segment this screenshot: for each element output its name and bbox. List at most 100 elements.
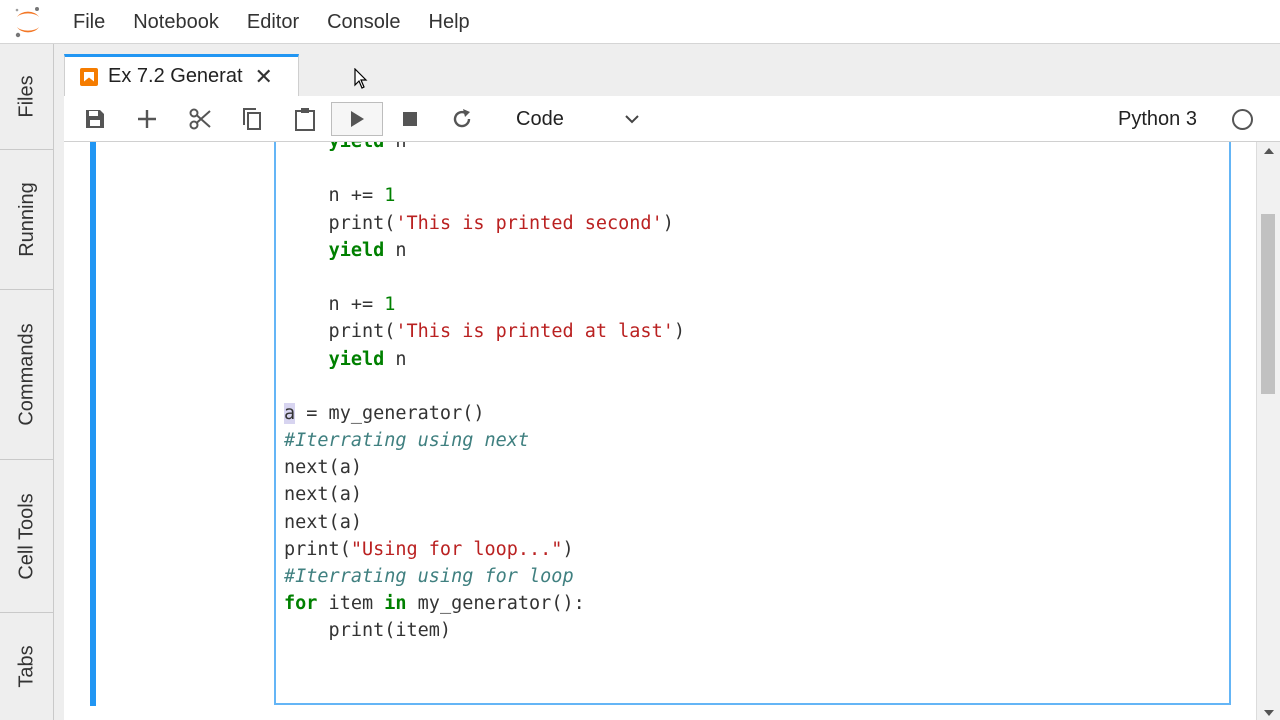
- code-token: #Iterrating using for loop: [284, 566, 574, 587]
- menu-console[interactable]: Console: [313, 0, 414, 44]
- stop-button[interactable]: [393, 102, 427, 136]
- code-token: ): [562, 538, 574, 560]
- menu-bar: File Notebook Editor Console Help: [0, 0, 1280, 44]
- kernel-status-icon: [1232, 109, 1253, 130]
- code-token: "Using for loop...": [350, 538, 563, 560]
- jupyter-logo-icon: [0, 0, 56, 44]
- scroll-down-icon[interactable]: [1264, 710, 1274, 716]
- code-line: for item in my_generator():: [284, 590, 685, 617]
- code-token: n +=: [284, 185, 385, 207]
- code-token: next(a): [284, 484, 362, 506]
- sidebar-tab-label: Cell Tools: [15, 492, 38, 580]
- copy-button[interactable]: [235, 102, 269, 136]
- vertical-scrollbar[interactable]: [1256, 142, 1280, 720]
- restart-button[interactable]: [445, 102, 479, 136]
- sidebar-tab-label: Files: [15, 75, 38, 118]
- cut-icon: [189, 108, 211, 130]
- code-token: n: [384, 239, 407, 261]
- code-token: = my_generator(): [295, 402, 485, 424]
- code-token: n: [384, 348, 407, 370]
- code-token: ): [662, 212, 674, 234]
- menu-notebook[interactable]: Notebook: [119, 0, 233, 44]
- menu-help[interactable]: Help: [415, 0, 484, 44]
- code-line: print('This is printed at last'): [284, 318, 685, 345]
- restart-icon: [453, 109, 471, 128]
- chevron-down-icon: [625, 115, 639, 124]
- stop-icon: [403, 112, 417, 126]
- code-line: next(a): [284, 509, 685, 536]
- code-line: #Iterrating using next: [284, 427, 685, 454]
- scroll-thumb[interactable]: [1261, 214, 1275, 394]
- scroll-up-icon[interactable]: [1264, 148, 1274, 154]
- save-button[interactable]: [78, 102, 112, 136]
- code-cell-editor[interactable]: yield n n += 1 print('This is printed se…: [274, 142, 1231, 705]
- code-token: print(item): [284, 620, 452, 642]
- paste-icon: [295, 108, 315, 131]
- cell-type-dropdown[interactable]: Code: [516, 104, 640, 134]
- code-line: #Iterrating using for loop: [284, 563, 685, 590]
- menu-file[interactable]: File: [56, 0, 119, 44]
- code-line: a = my_generator(): [284, 400, 685, 427]
- code-token: ): [673, 321, 685, 343]
- code-content: yield n n += 1 print('This is printed se…: [284, 142, 685, 645]
- code-token: yield: [329, 142, 385, 152]
- notebook-tab-title: Ex 7.2 Generat: [108, 65, 243, 87]
- sidebar-tab-cell-tools[interactable]: Cell Tools: [0, 460, 54, 613]
- cut-button[interactable]: [183, 102, 217, 136]
- sidebar-tab-tabs[interactable]: Tabs: [0, 613, 54, 720]
- notebook-toolbar: Code Python 3: [64, 96, 1280, 142]
- code-token: next(a): [284, 457, 362, 479]
- code-line: yield n: [284, 346, 685, 373]
- code-line: n += 1: [284, 291, 685, 318]
- code-token: #Iterrating using next: [284, 430, 530, 452]
- paste-button[interactable]: [288, 102, 322, 136]
- code-token: item: [317, 593, 385, 615]
- code-token: next(a): [284, 511, 362, 533]
- code-line: n += 1: [284, 182, 685, 209]
- add-cell-button[interactable]: [130, 102, 164, 136]
- code-line: yield n: [284, 237, 685, 264]
- document-tab-bar: Ex 7.2 Generat ✕: [64, 52, 1280, 96]
- code-line: print('This is printed second'): [284, 210, 685, 237]
- notebook-icon: [80, 67, 98, 86]
- code-line: next(a): [284, 454, 685, 481]
- cell-type-value: Code: [516, 107, 564, 130]
- run-icon: [351, 111, 364, 127]
- mouse-cursor-icon: [354, 67, 368, 95]
- jupyterlab-window: File Notebook Editor Console Help Files …: [0, 0, 1280, 720]
- save-icon: [86, 110, 104, 128]
- sidebar-tab-label: Tabs: [15, 645, 38, 688]
- sidebar-tab-label: Running: [15, 182, 38, 257]
- code-token: yield: [328, 348, 385, 370]
- code-token: yield: [328, 239, 385, 261]
- notebook-tab[interactable]: Ex 7.2 Generat ✕: [64, 54, 299, 96]
- code-token: 'This is printed at last': [395, 321, 674, 343]
- main-area: Ex 7.2 Generat ✕ Code Python 3 n += 1 pr…: [64, 52, 1280, 720]
- code-token: print(: [284, 212, 396, 234]
- kernel-name[interactable]: Python 3: [1118, 108, 1197, 131]
- sidebar-tab-commands[interactable]: Commands: [0, 290, 54, 460]
- active-cell-indicator: [90, 142, 96, 706]
- code-token: print(: [284, 321, 396, 343]
- copy-icon: [243, 108, 261, 130]
- code-token: 1: [384, 185, 396, 207]
- close-icon[interactable]: ✕: [255, 65, 273, 88]
- code-token: in: [384, 593, 407, 615]
- menu-editor[interactable]: Editor: [233, 0, 313, 44]
- code-token: 'This is printed second': [395, 212, 663, 234]
- code-token: 1: [384, 294, 396, 316]
- code-token: my_generator():: [406, 593, 585, 615]
- sidebar-tab-running[interactable]: Running: [0, 150, 54, 290]
- code-line: print("Using for loop..."): [284, 536, 685, 563]
- sidebar-tab-label: Commands: [15, 323, 38, 426]
- notebook-panel: yield n n += 1 print('This is printed se…: [64, 142, 1280, 720]
- code-token: for: [284, 593, 318, 615]
- code-line: print(item): [284, 617, 685, 644]
- code-line: yield n: [284, 142, 685, 155]
- sidebar-tab-files[interactable]: Files: [0, 44, 54, 150]
- run-button[interactable]: [331, 102, 383, 136]
